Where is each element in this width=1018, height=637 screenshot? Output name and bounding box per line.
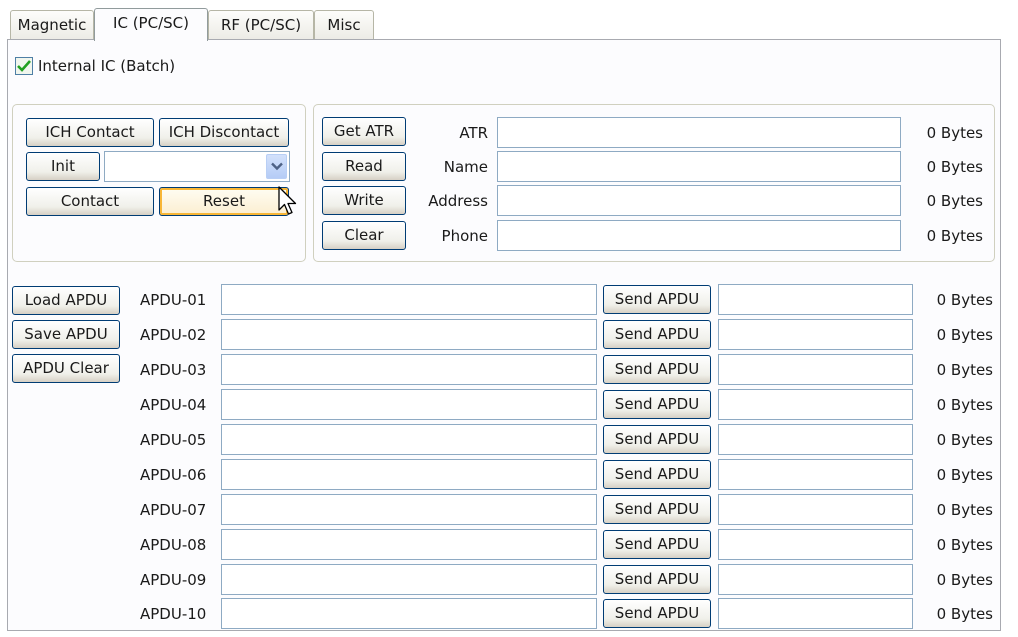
write-button[interactable]: Write xyxy=(322,186,406,215)
name-label: Name xyxy=(443,158,488,176)
apdu-command-field[interactable] xyxy=(221,424,597,455)
name-field[interactable] xyxy=(497,151,901,182)
apdu-clear-button[interactable]: APDU Clear xyxy=(12,354,120,383)
apdu-command-field[interactable] xyxy=(221,284,597,315)
apdu-label: APDU-03 xyxy=(140,361,207,379)
checkmark-icon xyxy=(17,60,31,72)
load-apdu-button[interactable]: Load APDU xyxy=(12,286,120,315)
apdu-command-field[interactable] xyxy=(221,389,597,420)
checkbox-box[interactable] xyxy=(15,57,33,75)
phone-bytes: 0 Bytes xyxy=(926,227,983,245)
name-bytes: 0 Bytes xyxy=(926,158,983,176)
apdu-label: APDU-07 xyxy=(140,501,207,519)
apdu-response-field[interactable] xyxy=(718,529,913,560)
send-apdu-button[interactable]: Send APDU xyxy=(603,425,711,454)
apdu-response-field[interactable] xyxy=(718,459,913,490)
address-field[interactable] xyxy=(497,185,901,216)
address-bytes: 0 Bytes xyxy=(926,192,983,210)
get-atr-button[interactable]: Get ATR xyxy=(322,117,406,146)
apdu-label: APDU-02 xyxy=(140,326,207,344)
internal-ic-label: Internal IC (Batch) xyxy=(38,57,176,75)
atr-label: ATR xyxy=(459,124,488,142)
send-apdu-button[interactable]: Send APDU xyxy=(603,599,711,628)
apdu-bytes: 0 Bytes xyxy=(936,361,993,379)
atr-bytes: 0 Bytes xyxy=(926,124,983,142)
apdu-bytes: 0 Bytes xyxy=(936,431,993,449)
send-apdu-button[interactable]: Send APDU xyxy=(603,390,711,419)
apdu-bytes: 0 Bytes xyxy=(936,326,993,344)
read-button[interactable]: Read xyxy=(322,152,406,181)
tab-magnetic[interactable]: Magnetic xyxy=(10,10,94,40)
tab-misc[interactable]: Misc xyxy=(314,10,374,40)
apdu-response-field[interactable] xyxy=(718,389,913,420)
apdu-response-field[interactable] xyxy=(718,424,913,455)
internal-ic-checkbox[interactable]: Internal IC (Batch) xyxy=(15,57,175,75)
reset-button[interactable]: Reset xyxy=(159,187,289,216)
apdu-command-field[interactable] xyxy=(221,598,597,629)
reader-select[interactable] xyxy=(104,151,290,182)
apdu-bytes: 0 Bytes xyxy=(936,396,993,414)
apdu-bytes: 0 Bytes xyxy=(936,536,993,554)
apdu-command-field[interactable] xyxy=(221,564,597,595)
apdu-response-field[interactable] xyxy=(718,319,913,350)
apdu-label: APDU-06 xyxy=(140,466,207,484)
send-apdu-button[interactable]: Send APDU xyxy=(603,495,711,524)
apdu-response-field[interactable] xyxy=(718,494,913,525)
apdu-command-field[interactable] xyxy=(221,319,597,350)
apdu-command-field[interactable] xyxy=(221,354,597,385)
mouse-pointer-icon xyxy=(278,186,297,215)
apdu-label: APDU-01 xyxy=(140,291,207,309)
apdu-bytes: 0 Bytes xyxy=(936,501,993,519)
send-apdu-button[interactable]: Send APDU xyxy=(603,320,711,349)
clear-button[interactable]: Clear xyxy=(322,221,406,250)
apdu-command-field[interactable] xyxy=(221,459,597,490)
send-apdu-button[interactable]: Send APDU xyxy=(603,355,711,384)
chevron-down-icon[interactable] xyxy=(266,154,287,179)
phone-label: Phone xyxy=(441,227,488,245)
apdu-response-field[interactable] xyxy=(718,284,913,315)
atr-field[interactable] xyxy=(497,117,901,148)
apdu-bytes: 0 Bytes xyxy=(936,291,993,309)
tab-rf-pcsc[interactable]: RF (PC/SC) xyxy=(208,10,314,40)
apdu-label: APDU-09 xyxy=(140,571,207,589)
phone-field[interactable] xyxy=(497,220,901,251)
apdu-bytes: 0 Bytes xyxy=(936,466,993,484)
apdu-command-field[interactable] xyxy=(221,494,597,525)
apdu-label: APDU-08 xyxy=(140,536,207,554)
apdu-response-field[interactable] xyxy=(718,564,913,595)
contact-button[interactable]: Contact xyxy=(26,187,154,216)
init-button[interactable]: Init xyxy=(26,152,100,181)
apdu-response-field[interactable] xyxy=(718,598,913,629)
apdu-label: APDU-10 xyxy=(140,605,207,623)
address-label: Address xyxy=(428,192,488,210)
send-apdu-button[interactable]: Send APDU xyxy=(603,530,711,559)
send-apdu-button[interactable]: Send APDU xyxy=(603,565,711,594)
ich-contact-button[interactable]: ICH Contact xyxy=(26,118,154,147)
ich-discontact-button[interactable]: ICH Discontact xyxy=(159,118,289,147)
tab-ic-pcsc[interactable]: IC (PC/SC) xyxy=(94,8,208,41)
apdu-response-field[interactable] xyxy=(718,354,913,385)
apdu-bytes: 0 Bytes xyxy=(936,571,993,589)
apdu-label: APDU-04 xyxy=(140,396,207,414)
apdu-label: APDU-05 xyxy=(140,431,207,449)
apdu-bytes: 0 Bytes xyxy=(936,605,993,623)
apdu-command-field[interactable] xyxy=(221,529,597,560)
save-apdu-button[interactable]: Save APDU xyxy=(12,320,120,349)
send-apdu-button[interactable]: Send APDU xyxy=(603,285,711,314)
send-apdu-button[interactable]: Send APDU xyxy=(603,460,711,489)
